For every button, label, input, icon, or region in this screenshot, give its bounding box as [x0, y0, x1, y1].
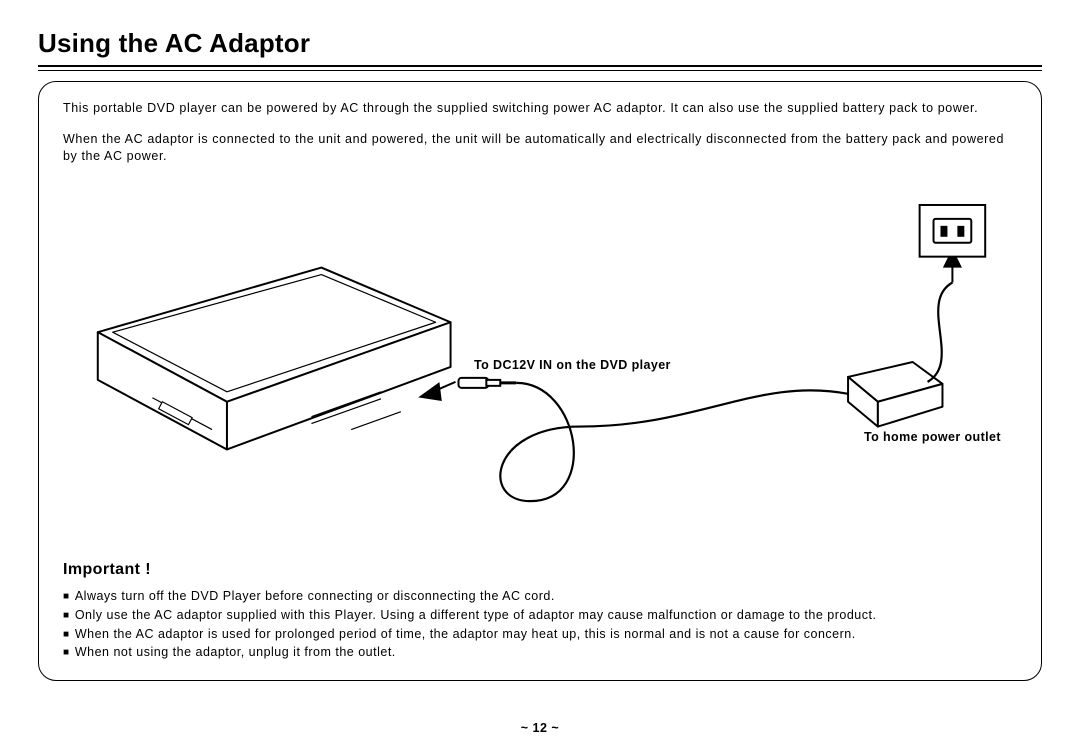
section-title-block: Using the AC Adaptor [38, 28, 1042, 71]
dc-plug-arrow-icon [421, 378, 516, 400]
important-bullet-1: Always turn off the DVD Player before co… [63, 587, 1017, 606]
content-frame: This portable DVD player can be powered … [38, 81, 1042, 681]
page-number: ~ 12 ~ [0, 721, 1080, 735]
ac-adaptor-icon [848, 362, 942, 427]
label-home-outlet: To home power outlet [864, 430, 1001, 444]
label-dc-in: To DC12V IN on the DVD player [474, 358, 671, 372]
title-underline [38, 65, 1042, 71]
dvd-player-icon [98, 268, 451, 450]
cable-to-adaptor [500, 383, 848, 501]
important-bullet-3: When the AC adaptor is used for prolonge… [63, 625, 1017, 644]
important-bullet-2: Only use the AC adaptor supplied with th… [63, 606, 1017, 625]
intro-paragraph-1: This portable DVD player can be powered … [63, 100, 1017, 117]
section-title: Using the AC Adaptor [38, 28, 1042, 59]
wall-outlet-icon [920, 205, 986, 257]
intro-paragraph-2: When the AC adaptor is connected to the … [63, 131, 1017, 165]
important-heading: Important ! [63, 561, 1017, 579]
cable-to-wall [928, 283, 953, 382]
important-bullet-4: When not using the adaptor, unplug it fr… [63, 643, 1017, 662]
important-section: Important ! Always turn off the DVD Play… [63, 561, 1017, 662]
